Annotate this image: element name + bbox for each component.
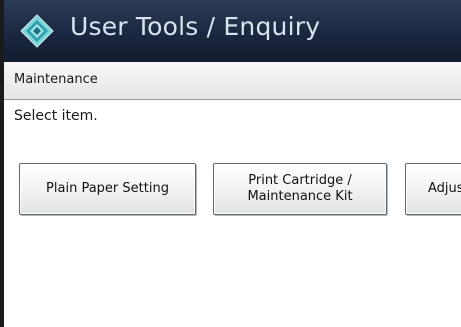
title-bar: User Tools / Enquiry xyxy=(4,0,461,63)
screen: User Tools / Enquiry Maintenance Select … xyxy=(0,0,461,327)
print-cartridge-maintenance-kit-button[interactable]: Print Cartridge / Maintenance Kit xyxy=(213,163,387,215)
adjust-button[interactable]: Adjust xyxy=(405,163,461,215)
page-title: User Tools / Enquiry xyxy=(70,12,321,41)
plain-paper-setting-button[interactable]: Plain Paper Setting xyxy=(19,163,196,215)
diamond-logo-icon xyxy=(20,14,54,48)
instruction-text: Select item. xyxy=(14,108,98,124)
section-label: Maintenance xyxy=(14,72,98,87)
section-header: Maintenance xyxy=(4,62,461,100)
